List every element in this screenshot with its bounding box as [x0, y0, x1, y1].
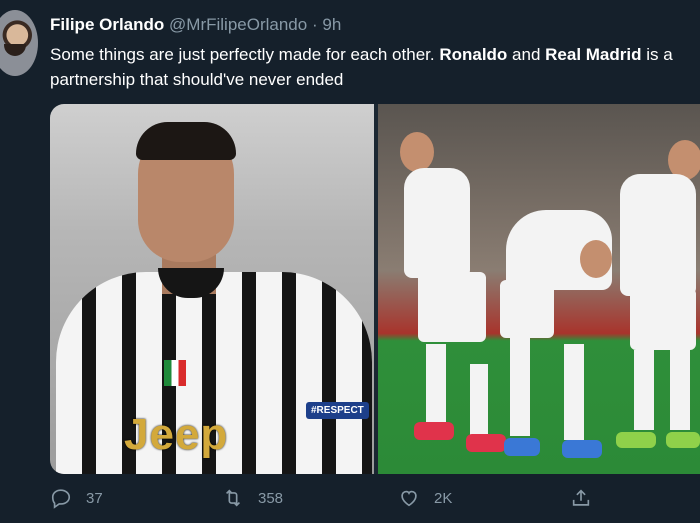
- player-3-boot: [616, 432, 656, 448]
- heart-icon: [401, 490, 417, 507]
- media-image-left[interactable]: Jeep #RESPECT: [50, 104, 374, 474]
- player-2-sock: [510, 334, 530, 436]
- tweet-text-part: and: [507, 45, 546, 64]
- author-name[interactable]: Filipe Orlando: [50, 15, 164, 34]
- media-image-right[interactable]: [378, 104, 700, 474]
- player-hair: [136, 122, 236, 160]
- player-3-sock: [634, 350, 654, 430]
- share-button[interactable]: [570, 484, 606, 512]
- avatar[interactable]: [0, 10, 38, 76]
- retweet-count: 358: [258, 489, 284, 507]
- reply-count: 37: [86, 489, 103, 507]
- player-3-boot: [666, 432, 700, 448]
- player-2-head: [580, 240, 612, 278]
- tweet-header: Filipe Orlando @MrFilipeOrlando · 9h: [50, 14, 341, 36]
- respect-badge: #RESPECT: [306, 402, 369, 419]
- separator-dot: ·: [311, 15, 318, 34]
- player-2-sock: [564, 344, 584, 440]
- reply-icon: [51, 489, 71, 509]
- player-3-sock: [670, 350, 690, 430]
- player-1-head: [400, 132, 434, 172]
- player-2-shorts: [500, 280, 554, 338]
- player-1-boot: [466, 434, 506, 452]
- tweet-text-bold: Ronaldo: [439, 45, 508, 64]
- player-2-boot: [562, 440, 602, 458]
- jersey-sponsor: Jeep: [124, 410, 229, 459]
- reply-button[interactable]: 37: [50, 484, 103, 512]
- player-3-shorts: [630, 288, 696, 350]
- like-count: 2K: [434, 489, 453, 507]
- tweet-text: Some things are just perfectly made for …: [50, 42, 690, 92]
- tweet-text-part: Some things are just perfectly made for …: [50, 45, 440, 64]
- player-3-shirt: [620, 174, 696, 296]
- italy-flag-patch: [164, 360, 186, 386]
- player-1-shirt: [404, 168, 470, 278]
- author-handle[interactable]: @MrFilipeOrlando: [169, 15, 307, 34]
- player-1-boot: [414, 422, 454, 440]
- retweet-button[interactable]: 358: [222, 484, 283, 512]
- player-1-sock: [426, 344, 446, 426]
- share-icon: [572, 489, 590, 506]
- tweet-media[interactable]: Jeep #RESPECT: [50, 104, 700, 474]
- like-button[interactable]: 2K: [398, 484, 452, 512]
- player-1-sock: [470, 364, 488, 436]
- tweet-text-bold: Real Madrid: [545, 45, 642, 64]
- tweet-time[interactable]: 9h: [322, 15, 341, 34]
- avatar-beard: [4, 44, 26, 56]
- player-1-shorts: [418, 272, 486, 342]
- retweet-icon: [225, 489, 241, 507]
- player-2-boot: [504, 438, 540, 456]
